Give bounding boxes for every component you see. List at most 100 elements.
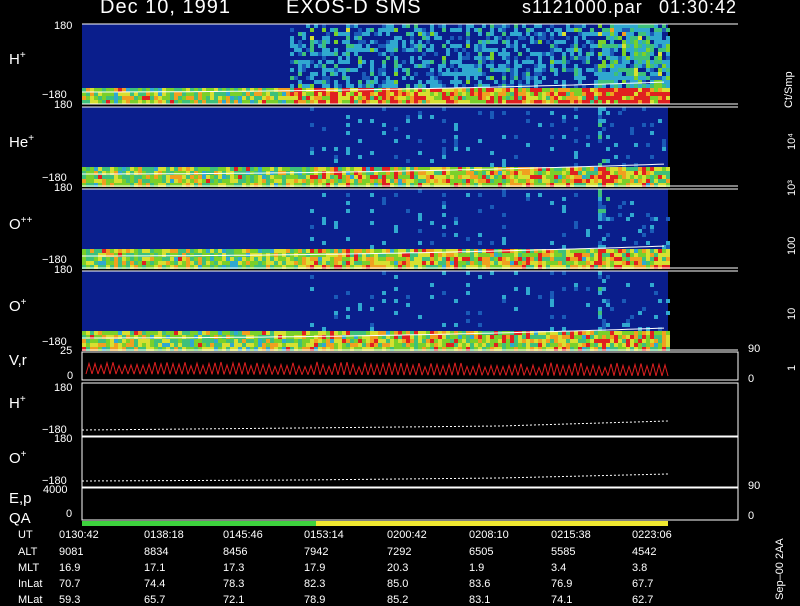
spectrogram-cell xyxy=(206,257,210,261)
spectrogram-cell xyxy=(414,92,418,96)
spectrogram-cell xyxy=(478,179,482,183)
spectrogram-cell xyxy=(626,76,630,80)
spectrogram-cell xyxy=(334,72,338,76)
spectrogram-cell xyxy=(454,72,458,76)
spectrogram-cell xyxy=(158,167,162,171)
spectrogram-cell xyxy=(666,40,670,44)
spectrogram-cell xyxy=(154,171,158,175)
spectrogram-cell xyxy=(390,343,394,347)
spectrogram-cell xyxy=(466,147,470,151)
spectrogram-cell xyxy=(618,213,622,217)
spectrogram-cell xyxy=(602,60,606,64)
spectrogram-cell xyxy=(654,76,658,80)
spectrogram-cell xyxy=(518,100,522,104)
spectrogram-cell xyxy=(458,60,462,64)
spectrogram-cell xyxy=(374,32,378,36)
spectrogram-cell xyxy=(254,179,258,183)
spectrogram-cell xyxy=(414,339,418,343)
spectrogram-cell xyxy=(562,84,566,88)
spectrogram-cell xyxy=(278,343,282,347)
spectrogram-cell xyxy=(378,88,382,92)
spectrogram-cell xyxy=(454,100,458,104)
vr-trace xyxy=(397,363,405,376)
spectrogram-cell xyxy=(502,299,506,303)
spectrogram-cell xyxy=(494,92,498,96)
version-tag: Sep–00 2AA xyxy=(774,538,786,600)
spectrogram-cell xyxy=(570,52,574,56)
spectrogram-cell xyxy=(374,261,378,265)
spectrogram-cell xyxy=(258,343,262,347)
spectrogram-cell xyxy=(358,249,362,253)
spectrogram-cell xyxy=(586,335,590,339)
spectrogram-cell xyxy=(154,92,158,96)
spectrogram-cell xyxy=(550,299,554,303)
spectrogram-cell xyxy=(558,175,562,179)
spectrogram-cell xyxy=(530,257,534,261)
spectrogram-cell xyxy=(298,179,302,183)
spectrogram-cell xyxy=(654,331,658,335)
spectrogram-cell xyxy=(650,44,654,48)
spectrogram-cell xyxy=(190,249,194,253)
spectrogram-cell xyxy=(486,171,490,175)
spectrogram-cell xyxy=(346,115,350,119)
spectrogram-cell xyxy=(318,249,322,253)
spectrogram-cell xyxy=(318,257,322,261)
spectrogram-cell xyxy=(642,233,646,237)
spectrogram-cell xyxy=(610,60,614,64)
vr-trace xyxy=(613,362,621,376)
spectrogram-cell xyxy=(394,139,398,143)
spectrogram-cell xyxy=(518,257,522,261)
spectrogram-cell xyxy=(262,92,266,96)
spectrogram-cell xyxy=(142,339,146,343)
spectrogram-cell xyxy=(654,343,658,347)
spectrogram-cell xyxy=(646,253,650,257)
spectrogram-cell xyxy=(306,48,310,52)
spectrogram-cell xyxy=(438,343,442,347)
spectrogram-cell xyxy=(566,335,570,339)
spectrogram-cell xyxy=(334,155,338,159)
spectrogram-cell xyxy=(386,167,390,171)
spectrogram-cell xyxy=(130,343,134,347)
spectrogram-cell xyxy=(346,167,350,171)
spectrogram-cell xyxy=(570,44,574,48)
spectrogram-cell xyxy=(606,56,610,60)
footer-cell: 67.7 xyxy=(632,578,654,590)
spectrogram-cell xyxy=(410,92,414,96)
spectrogram-cell xyxy=(186,335,190,339)
spectrogram-cell xyxy=(362,60,366,64)
spectrogram-cell xyxy=(386,92,390,96)
spectrogram-cell xyxy=(414,171,418,175)
spectrogram-cell xyxy=(330,100,334,104)
footer-cell: 0153:14 xyxy=(304,529,344,541)
spectrogram-cell xyxy=(154,167,158,171)
spectrogram-cell xyxy=(574,100,578,104)
vr-trace xyxy=(559,363,567,376)
spectrogram-cell xyxy=(458,52,462,56)
spectrogram-cell xyxy=(594,175,598,179)
spectrogram-cell xyxy=(446,100,450,104)
spectrogram-cell xyxy=(454,343,458,347)
spectrogram-cell xyxy=(602,279,606,283)
spectrogram-cell xyxy=(90,331,94,335)
spectrogram-cell xyxy=(90,167,94,171)
spectrogram-cell xyxy=(626,96,630,100)
spectrogram-cell xyxy=(118,88,122,92)
spectrogram-cell xyxy=(334,335,338,339)
spectrogram-cell xyxy=(598,271,602,275)
spectrogram-cell xyxy=(126,167,130,171)
spectrogram-cell xyxy=(470,24,474,28)
spectrogram-cell xyxy=(82,261,86,265)
spectrogram-cell xyxy=(354,167,358,171)
spectrogram-cell xyxy=(342,68,346,72)
spectrogram-cell xyxy=(666,44,670,48)
spectrogram-cell xyxy=(590,44,594,48)
spectrogram-cell xyxy=(630,96,634,100)
spectrogram-cell xyxy=(390,80,394,84)
spectrogram-cell xyxy=(654,56,658,60)
spectrogram-cell xyxy=(410,343,414,347)
spectrogram-cell xyxy=(442,28,446,32)
spectrogram-cell xyxy=(334,175,338,179)
spectrogram-cell xyxy=(110,167,114,171)
spectrogram-cell xyxy=(302,249,306,253)
spectrogram-cell xyxy=(366,249,370,253)
